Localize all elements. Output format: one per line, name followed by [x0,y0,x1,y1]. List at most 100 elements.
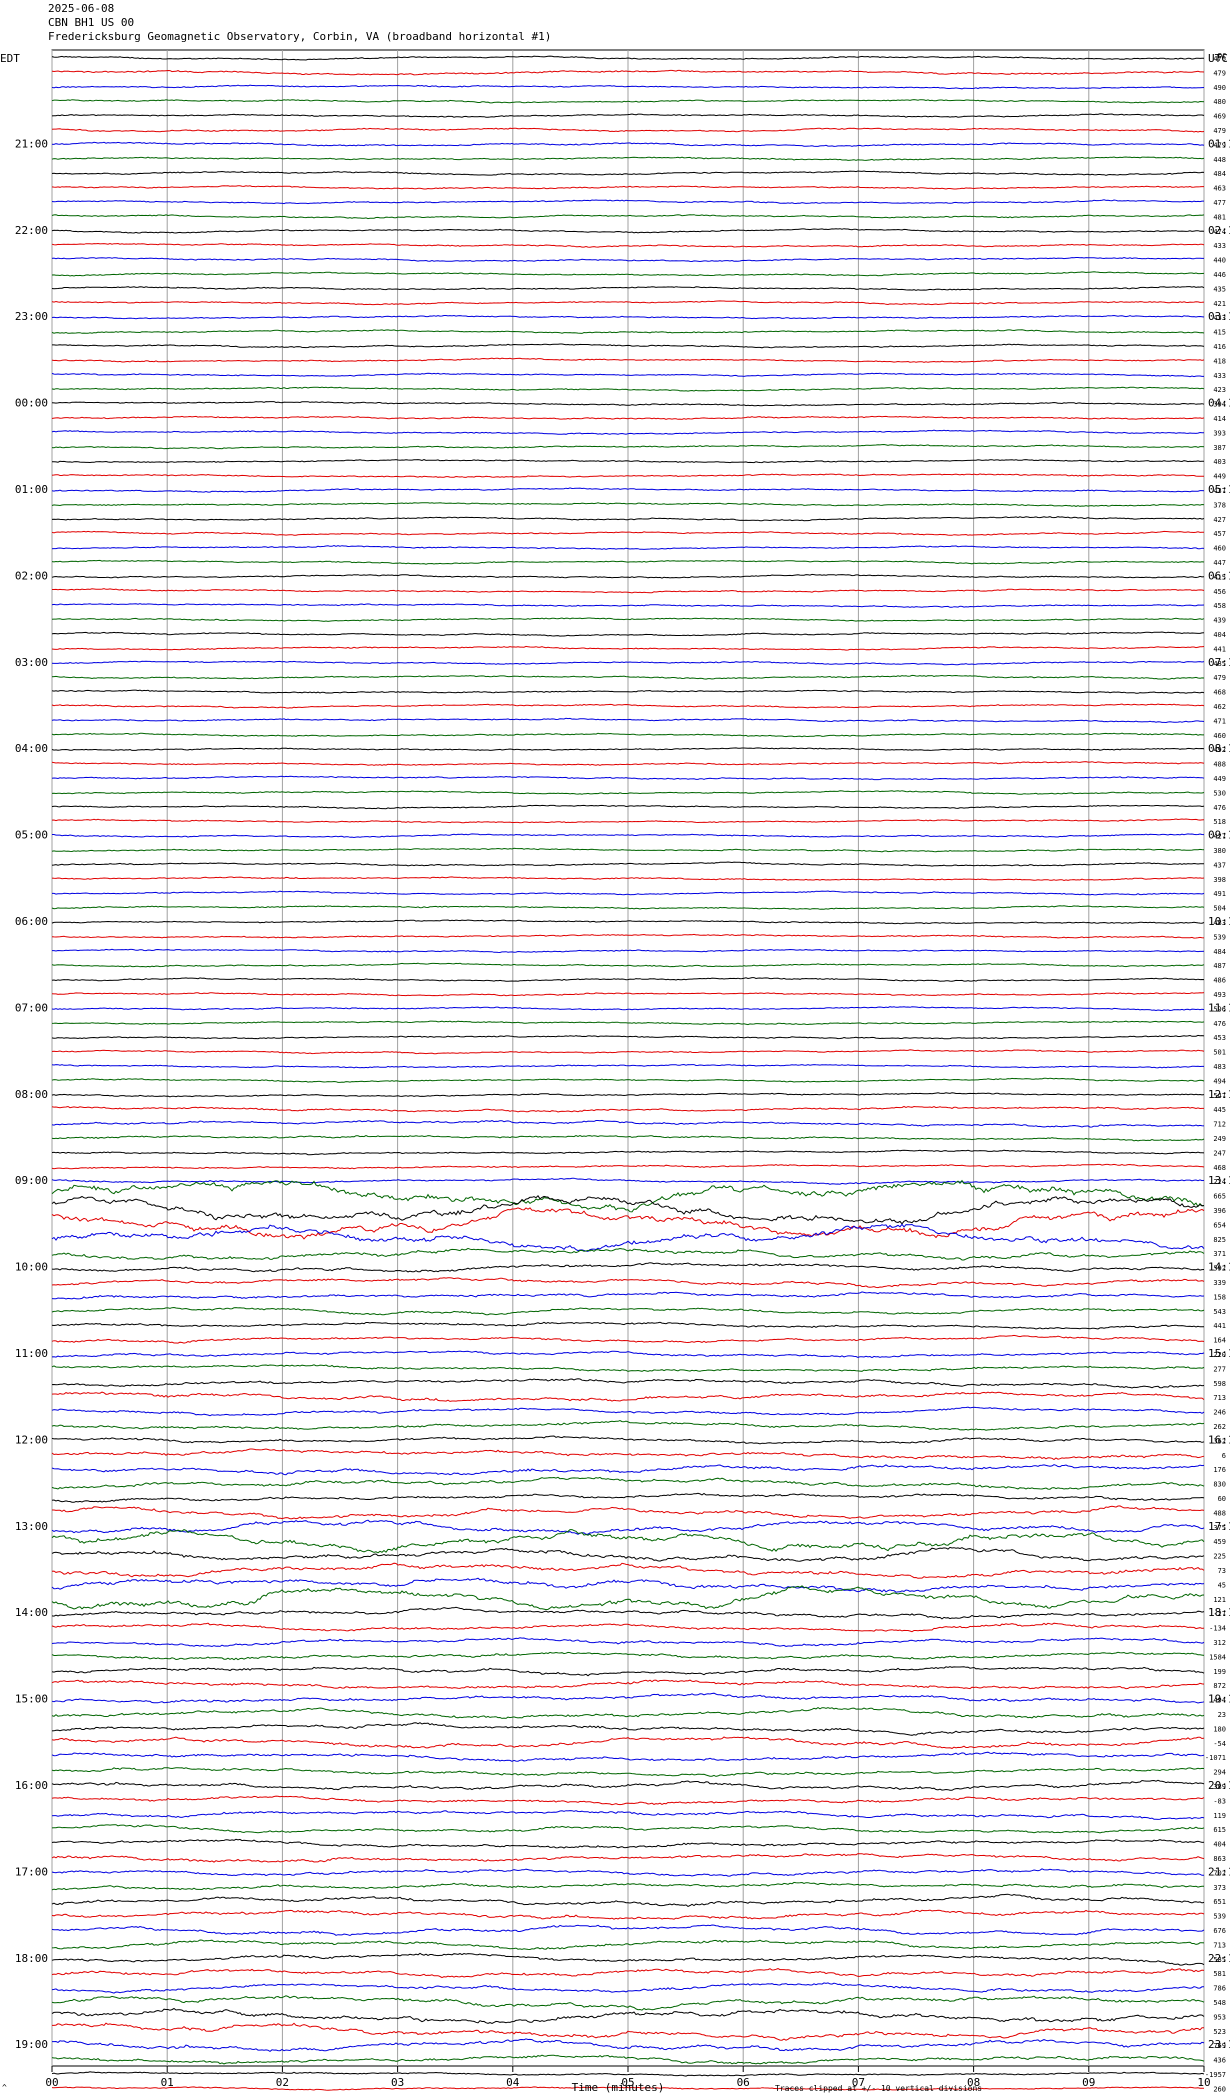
dc-offset-label: 414 [1213,415,1226,423]
dc-offset-label: 6 [1222,1452,1226,1460]
dc-offset-label: 404 [1213,631,1226,639]
dc-offset-label: 164 [1213,1337,1226,1345]
dc-offset-label: 277 [1213,1365,1226,1373]
dc-offset-label: 530 [1213,789,1226,797]
dc-offset-label: 786 [1213,1985,1226,1993]
dc-offset-label: 518 [1213,818,1226,826]
left-hour-label: 01:00 [15,483,48,496]
dc-offset-label: 260 [1213,2085,1226,2093]
dc-offset-label: 476 [1213,1020,1226,1028]
right-hour-label: 21:10 [1208,1865,1230,1878]
dc-offset-label: 446 [1213,271,1226,279]
dc-offset-label: 404 [1213,1841,1226,1849]
dc-offset-label: 480 [1213,98,1226,106]
dc-offset-label: -1071 [1205,1754,1226,1762]
corner-mark: ^ [2,2083,7,2092]
right-hour-label: 06:10 [1208,569,1230,582]
dc-offset-label: 598 [1213,1380,1226,1388]
right-hour-label: 07:10 [1208,656,1230,669]
dc-offset-label: 403 [1213,458,1226,466]
dc-offset-label: 463 [1213,185,1226,193]
dc-offset-label: 199 [1213,1668,1226,1676]
right-hour-label: 08:10 [1208,742,1230,755]
x-tick-label: 04 [506,2076,520,2089]
dc-offset-label: 494 [1213,1077,1226,1085]
left-hour-label: 23:00 [15,310,48,323]
dc-offset-label: 441 [1213,1322,1226,1330]
dc-offset-label: 676 [1213,1927,1226,1935]
right-hour-label: 04:10 [1208,397,1230,410]
dc-offset-label: 471 [1213,717,1226,725]
dc-offset-label: 339 [1213,1279,1226,1287]
dc-offset-label: 615 [1213,1826,1226,1834]
dc-offset-label: 713 [1213,1394,1226,1402]
dc-offset-label: 398 [1213,876,1226,884]
helicorder-plot: 4764794904804694794794484844634774814744… [0,49,1230,2094]
x-tick-label: 02 [276,2076,289,2089]
dc-offset-label: 448 [1213,156,1226,164]
dc-offset-label: 427 [1213,516,1226,524]
x-tick-label: 03 [391,2076,404,2089]
x-tick-label: 06 [737,2076,750,2089]
right-hour-label: 22:10 [1208,1952,1230,1965]
dc-offset-label: 380 [1213,847,1226,855]
dc-offset-label: -83 [1213,1797,1226,1805]
right-hour-label: 17:10 [1208,1520,1230,1533]
dc-offset-label: 665 [1213,1193,1226,1201]
dc-offset-label: 469 [1213,113,1226,121]
dc-offset-label: 421 [1213,300,1226,308]
right-hour-label: 01:10 [1208,137,1230,150]
dc-offset-label: 435 [1213,285,1226,293]
dc-offset-label: 481 [1213,213,1226,221]
dc-offset-label: 539 [1213,1913,1226,1921]
dc-offset-label: 581 [1213,1970,1226,1978]
dc-offset-label: 449 [1213,775,1226,783]
dc-offset-label: 487 [1213,962,1226,970]
dc-offset-label: 484 [1213,170,1226,178]
dc-offset-label: 121 [1213,1596,1226,1604]
left-hour-label: 04:00 [15,742,48,755]
right-hour-label: 03:10 [1208,310,1230,323]
dc-offset-label: 488 [1213,1509,1226,1517]
dc-offset-label: 433 [1213,372,1226,380]
x-tick-label: 09 [1082,2076,1095,2089]
dc-offset-label: 713 [1213,1941,1226,1949]
dc-offset-label: 433 [1213,242,1226,250]
dc-offset-label: 180 [1213,1725,1226,1733]
dc-offset-label: 415 [1213,329,1226,337]
dc-offset-label: 387 [1213,444,1226,452]
dc-offset-label: 490 [1213,84,1226,92]
dc-offset-label: 393 [1213,429,1226,437]
left-hour-label: 13:00 [15,1520,48,1533]
dc-offset-label: 483 [1213,1063,1226,1071]
left-hour-label: 16:00 [15,1779,48,1792]
dc-offset-label: 445 [1213,1106,1226,1114]
dc-offset-label: 523 [1213,2028,1226,2036]
x-tick-label: 01 [161,2076,174,2089]
dc-offset-label: 491 [1213,890,1226,898]
right-hour-label: 05:10 [1208,483,1230,496]
dc-offset-label: 479 [1213,69,1226,77]
dc-offset-label: 458 [1213,602,1226,610]
left-hour-label: 03:00 [15,656,48,669]
left-hour-label: 18:00 [15,1952,48,1965]
left-hour-label: 02:00 [15,569,48,582]
right-hour-label: 16:10 [1208,1433,1230,1446]
dc-offset-label: 119 [1213,1812,1226,1820]
left-hour-label: 15:00 [15,1693,48,1706]
dc-offset-label: 247 [1213,1149,1226,1157]
dc-offset-label: 436 [1213,2057,1226,2065]
dc-offset-label: 548 [1213,1999,1226,2007]
dc-offset-label: 460 [1213,732,1226,740]
right-hour-label: 18:10 [1208,1606,1230,1619]
right-hour-label: 19:10 [1208,1693,1230,1706]
dc-offset-label: 476 [1213,804,1226,812]
right-hour-label: 11:10 [1208,1001,1230,1014]
left-hour-label: 05:00 [15,829,48,842]
dc-offset-label: 225 [1213,1553,1226,1561]
dc-offset-label: 712 [1213,1121,1226,1129]
dc-offset-label: 479 [1213,127,1226,135]
left-hour-label: 11:00 [15,1347,48,1360]
x-tick-label: 10 [1197,2076,1210,2089]
left-hour-label: 08:00 [15,1088,48,1101]
